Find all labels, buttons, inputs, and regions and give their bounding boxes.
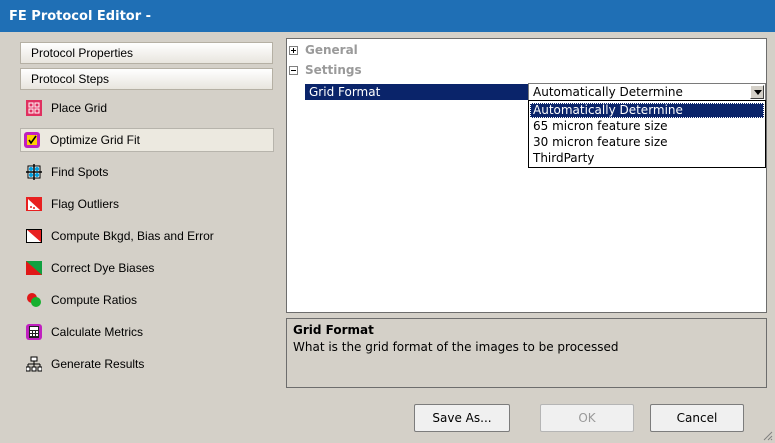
place-grid-icon <box>26 100 42 116</box>
section-settings[interactable]: Settings <box>289 61 362 79</box>
window-title-bar: FE Protocol Editor - <box>0 0 775 32</box>
help-title: Grid Format <box>293 323 374 337</box>
section-settings-label: Settings <box>305 63 362 77</box>
property-description-pane: Grid Format What is the grid format of t… <box>286 318 767 388</box>
resize-grip-icon[interactable] <box>761 429 773 441</box>
step-label: Optimize Grid Fit <box>50 133 141 147</box>
step-compute-ratios[interactable]: Compute Ratios <box>22 288 274 312</box>
collapse-icon[interactable] <box>289 66 298 75</box>
step-label: Correct Dye Biases <box>51 261 155 275</box>
step-label: Compute Bkgd, Bias and Error <box>51 229 214 243</box>
section-general-label: General <box>305 43 358 57</box>
step-find-spots[interactable]: Find Spots <box>22 160 274 184</box>
save-as-button[interactable]: Save As... <box>414 404 510 432</box>
grid-format-property-name[interactable]: Grid Format <box>305 84 528 100</box>
ok-button[interactable]: OK <box>540 404 634 432</box>
calculate-metrics-icon <box>26 324 42 340</box>
step-compute-bkgd[interactable]: Compute Bkgd, Bias and Error <box>22 224 274 248</box>
grid-format-select[interactable]: Automatically Determine <box>528 83 766 101</box>
grid-format-value: Automatically Determine <box>533 85 683 99</box>
help-description: What is the grid format of the images to… <box>293 340 619 354</box>
step-label: Flag Outliers <box>51 197 120 211</box>
property-grid[interactable]: General Settings Grid Format Automatical… <box>286 38 767 313</box>
step-place-grid[interactable]: Place Grid <box>22 96 274 120</box>
protocol-properties-button[interactable]: Protocol Properties <box>20 42 273 64</box>
step-calculate-metrics[interactable]: Calculate Metrics <box>22 320 274 344</box>
find-spots-icon <box>26 164 42 180</box>
compute-bkgd-icon <box>26 229 42 243</box>
grid-format-options-list[interactable]: Automatically Determine 65 micron featur… <box>528 100 766 168</box>
step-label: Generate Results <box>51 357 145 371</box>
option-automatically-determine[interactable]: Automatically Determine <box>530 103 764 118</box>
step-flag-outliers[interactable]: Flag Outliers <box>22 192 274 216</box>
option-30-micron[interactable]: 30 micron feature size <box>530 135 764 150</box>
step-generate-results[interactable]: Generate Results <box>22 352 274 376</box>
option-65-micron[interactable]: 65 micron feature size <box>530 119 764 134</box>
generate-results-icon <box>26 356 42 372</box>
option-thirdparty[interactable]: ThirdParty <box>530 151 764 166</box>
window-title: FE Protocol Editor - <box>9 9 152 24</box>
correct-dye-biases-icon <box>26 261 42 275</box>
dropdown-arrow-icon[interactable] <box>750 85 764 99</box>
section-general[interactable]: General <box>289 41 358 59</box>
step-label: Find Spots <box>51 165 109 179</box>
protocol-steps-button[interactable]: Protocol Steps <box>20 68 273 90</box>
step-optimize-grid-fit[interactable]: Optimize Grid Fit <box>20 128 274 152</box>
step-label: Place Grid <box>51 101 108 115</box>
flag-outliers-icon <box>26 197 42 211</box>
expand-icon[interactable] <box>289 46 298 55</box>
step-correct-dye-biases[interactable]: Correct Dye Biases <box>22 256 274 280</box>
optimize-grid-fit-icon <box>24 132 40 148</box>
step-label: Compute Ratios <box>51 293 138 307</box>
compute-ratios-icon <box>27 293 41 307</box>
cancel-button[interactable]: Cancel <box>650 404 744 432</box>
step-label: Calculate Metrics <box>51 325 144 339</box>
